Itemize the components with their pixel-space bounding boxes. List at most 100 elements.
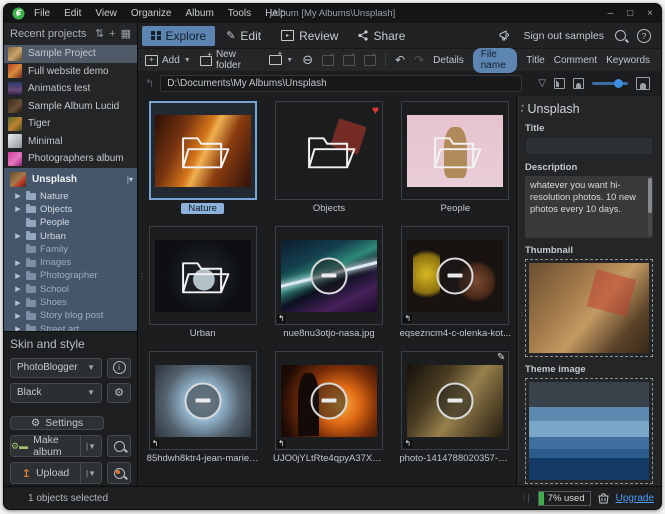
filter-file-name-active[interactable]: File name [473,48,517,73]
path-field[interactable]: D:\Documents\My Albums\Unsplash [160,75,522,92]
menu-album[interactable]: Album [185,8,213,19]
expand-icon[interactable]: ▶ [14,285,22,293]
upload-button[interactable]: ↥Upload |▼ [10,462,102,484]
expand-icon[interactable]: ▶ [14,312,22,320]
store-basket-icon[interactable] [597,492,610,504]
description-scrollbar[interactable] [648,178,652,236]
skin-select[interactable]: PhotoBlogger▼ [10,358,102,378]
tree-item-school[interactable]: ▶School [4,283,137,296]
exclude-button[interactable]: ⊖ [302,52,313,68]
sign-out-link[interactable]: Sign out samples [523,30,604,42]
expand-icon[interactable]: ▶ [14,192,22,200]
tree-item-shoes[interactable]: ▶Shoes [4,296,137,309]
undo-button[interactable]: ↶ [395,53,405,67]
filter-details[interactable]: Details [433,55,464,66]
style-select[interactable]: Black▼ [10,383,102,403]
project-view-grid-icon[interactable]: ▦ [121,29,131,40]
small-thumbnails-icon[interactable] [573,78,584,89]
upgrade-link[interactable]: Upgrade [616,493,654,504]
thumbnail-grid-area: ⋮ Nature [138,96,516,486]
project-item[interactable]: Full website demo [4,63,137,81]
skin-info-button[interactable]: i [107,358,131,378]
project-item[interactable]: Photographers album [4,150,137,168]
project-item[interactable]: Sample Album Lucid [4,98,137,116]
expand-icon[interactable]: ▶ [14,299,22,307]
description-textarea[interactable]: whatever you want hi-resolution photos. … [525,176,653,238]
menu-organize[interactable]: Organize [131,8,172,19]
grid-item-people[interactable]: People [397,101,514,214]
add-project-icon[interactable]: + [109,29,115,40]
tree-item-street-art[interactable]: ▶Street art [4,322,137,330]
menu-view[interactable]: View [95,8,117,19]
thumbnail-dropzone[interactable] [525,259,653,357]
expand-icon[interactable]: ▶ [14,259,22,267]
expand-icon[interactable]: ▶ [14,232,22,240]
title-input[interactable] [525,137,653,155]
menu-tools[interactable]: Tools [228,8,251,19]
filter-funnel-icon[interactable]: ▽ [538,78,546,89]
tree-item-urban[interactable]: ▶Urban [4,229,137,242]
project-item[interactable]: Tiger [4,115,137,133]
tab-edit[interactable]: ✎ Edit [217,26,270,46]
menu-edit[interactable]: Edit [64,8,81,19]
upload-dropdown[interactable]: |▼ [80,463,101,483]
tab-share[interactable]: Share [349,26,414,46]
style-settings-button[interactable]: ⚙ [107,383,131,403]
grid-item-nature[interactable]: Nature [144,101,261,214]
project-item[interactable]: Sample Project [4,45,137,63]
expand-icon[interactable]: ▶ [14,205,22,213]
new-folder-button[interactable]: New folder [200,49,261,71]
thumbnail-size-slider[interactable] [592,82,628,85]
announcement-icon[interactable] [499,30,512,41]
settings-button[interactable]: ⚙ Settings [10,416,104,430]
preview-album-button[interactable] [107,435,131,457]
folder-icon [26,286,36,293]
panel-collapse-icon[interactable]: ◂▸ [521,104,524,114]
tree-root-unsplash[interactable]: Unsplash |▾ [4,171,137,190]
theme-image-dropzone[interactable] [525,378,653,484]
make-album-dropdown[interactable]: |▼ [80,436,101,456]
filter-keywords[interactable]: Keywords [606,55,650,66]
preview-online-button[interactable] [107,462,131,484]
sort-projects-icon[interactable]: ⇅ [95,29,104,40]
grid-item-olenka[interactable]: ↰ eqsezncm4-c-olenka-kot... [397,226,514,339]
tab-explore[interactable]: Explore [142,26,215,46]
tree-item-nature[interactable]: ▶Nature [4,190,137,203]
new-folder-icon [200,56,212,66]
tree-item-photographer[interactable]: ▶Photographer [4,269,137,282]
project-item[interactable]: Animatics test [4,80,137,98]
panel-splitter[interactable]: ⋮ [518,311,524,315]
menu-file[interactable]: File [34,8,50,19]
maximize-button[interactable]: □ [627,8,633,19]
help-icon[interactable]: ? [637,29,651,43]
tree-item-family[interactable]: Family [4,243,137,256]
project-item[interactable]: Minimal [4,133,137,151]
grid-item-bench[interactable]: ✎ ↰ photo-1414788020357-36... [397,351,514,464]
grid-item-urban[interactable]: Urban [144,226,261,339]
tree-item-images[interactable]: ▶Images [4,256,137,269]
panel-toggle-icon[interactable] [554,78,565,89]
close-button[interactable]: × [647,8,653,19]
make-album-button[interactable]: ⚙▬Make album |▼ [10,435,102,457]
grid-item-fire[interactable]: ↰ UJO0jYLtRte4qpyA37Xu_... [270,351,387,464]
make-album-label: Make album [33,434,80,458]
grid-item-objects[interactable]: ♥ Objects [270,101,387,214]
large-thumbnails-icon[interactable] [636,77,650,90]
slider-knob[interactable] [614,79,623,88]
grid-splitter[interactable]: ⋮ [138,275,144,279]
search-icon[interactable] [615,30,626,41]
expand-icon[interactable]: ▶ [14,272,22,280]
grid-item-jean-marie[interactable]: ↰ 85hdwh8ktr4-jean-marie-g... [144,351,261,464]
add-button[interactable]: + Add▼ [145,55,191,66]
skin-select-value: PhotoBlogger [17,362,78,373]
tab-review[interactable]: ▸ Review [272,26,347,46]
filter-comment[interactable]: Comment [554,55,597,66]
grid-item-nasa[interactable]: ↰ nue8nu3otjo-nasa.jpg [270,226,387,339]
tree-item-people[interactable]: People [4,216,137,229]
tree-item-story-blog-post[interactable]: ▶Story blog post [4,309,137,322]
import-button[interactable]: ▼ [269,55,293,65]
tree-root-menu-icon[interactable]: |▾ [127,175,133,184]
filter-title[interactable]: Title [526,55,545,66]
tree-item-objects[interactable]: ▶Objects [4,203,137,216]
minimize-button[interactable]: – [608,8,614,19]
